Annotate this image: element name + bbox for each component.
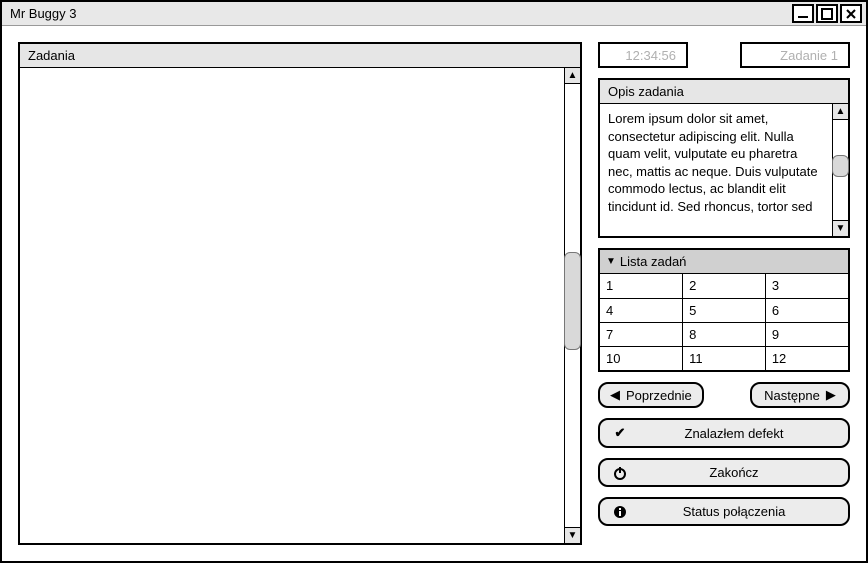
description-panel: Opis zadania Lorem ipsum dolor sit amet,… bbox=[598, 78, 850, 238]
arrow-left-icon: ◀ bbox=[610, 387, 620, 403]
desc-scroll-down-button[interactable]: ▼ bbox=[833, 220, 848, 236]
task-cell[interactable]: 1 bbox=[600, 274, 683, 298]
tasks-panel: Zadania ▲ ▼ bbox=[18, 42, 582, 545]
description-text: Lorem ipsum dolor sit amet, consectetur … bbox=[608, 110, 824, 215]
window-title: Mr Buggy 3 bbox=[10, 6, 790, 21]
description-scrollbar[interactable]: ▲ ▼ bbox=[832, 104, 848, 236]
current-task-display: Zadanie 1 bbox=[740, 42, 850, 68]
found-defect-button[interactable]: ✔ Znalazłem defekt bbox=[598, 418, 850, 448]
task-list-title: Lista zadań bbox=[620, 254, 687, 269]
left-column: Zadania ▲ ▼ bbox=[18, 42, 582, 545]
close-icon bbox=[845, 8, 857, 20]
task-cell[interactable]: 3 bbox=[765, 274, 848, 298]
desc-scroll-up-button[interactable]: ▲ bbox=[833, 104, 848, 120]
arrow-right-icon: ▶ bbox=[826, 387, 836, 403]
finish-label: Zakończ bbox=[630, 465, 838, 480]
check-icon: ✔ bbox=[610, 425, 630, 441]
maximize-button[interactable] bbox=[816, 4, 838, 23]
tasks-panel-content bbox=[20, 68, 564, 543]
task-list-header[interactable]: ▼ Lista zadań bbox=[600, 250, 848, 274]
content-area: Zadania ▲ ▼ 12:34:56 Zadanie 1 bbox=[2, 26, 866, 561]
found-defect-label: Znalazłem defekt bbox=[630, 426, 838, 441]
task-list-panel: ▼ Lista zadań 1 2 3 4 5 6 7 bbox=[598, 248, 850, 372]
tasks-panel-body: ▲ ▼ bbox=[20, 68, 580, 543]
connection-status-button[interactable]: Status połączenia bbox=[598, 497, 850, 526]
table-row: 10 11 12 bbox=[600, 346, 848, 370]
task-cell[interactable]: 4 bbox=[600, 298, 683, 322]
next-button[interactable]: Następne ▶ bbox=[750, 382, 850, 408]
desc-scroll-track[interactable] bbox=[833, 120, 848, 220]
next-label: Następne bbox=[764, 388, 820, 403]
titlebar: Mr Buggy 3 bbox=[2, 2, 866, 26]
task-cell[interactable]: 5 bbox=[683, 298, 766, 322]
finish-button[interactable]: Zakończ bbox=[598, 458, 850, 487]
connection-status-label: Status połączenia bbox=[630, 504, 838, 519]
table-row: 1 2 3 bbox=[600, 274, 848, 298]
info-icon bbox=[610, 505, 630, 519]
task-cell[interactable]: 11 bbox=[683, 346, 766, 370]
task-cell[interactable]: 7 bbox=[600, 322, 683, 346]
description-content: Lorem ipsum dolor sit amet, consectetur … bbox=[600, 104, 832, 236]
table-row: 7 8 9 bbox=[600, 322, 848, 346]
task-list-table: 1 2 3 4 5 6 7 8 9 10 bbox=[600, 274, 848, 370]
description-body: Lorem ipsum dolor sit amet, consectetur … bbox=[600, 104, 848, 236]
close-button[interactable] bbox=[840, 4, 862, 23]
previous-button[interactable]: ◀ Poprzednie bbox=[598, 382, 704, 408]
task-cell[interactable]: 12 bbox=[765, 346, 848, 370]
timer-display: 12:34:56 bbox=[598, 42, 688, 68]
task-cell[interactable]: 6 bbox=[765, 298, 848, 322]
power-icon bbox=[610, 466, 630, 480]
tasks-panel-header: Zadania bbox=[20, 44, 580, 68]
previous-label: Poprzednie bbox=[626, 388, 692, 403]
task-cell[interactable]: 9 bbox=[765, 322, 848, 346]
task-cell[interactable]: 8 bbox=[683, 322, 766, 346]
scroll-down-button[interactable]: ▼ bbox=[565, 527, 580, 543]
scroll-up-button[interactable]: ▲ bbox=[565, 68, 580, 84]
desc-scroll-thumb[interactable] bbox=[832, 155, 849, 177]
right-column: 12:34:56 Zadanie 1 Opis zadania Lorem ip… bbox=[598, 42, 850, 545]
minimize-icon bbox=[797, 8, 809, 20]
app-window: Mr Buggy 3 Zadania ▲ bbox=[0, 0, 868, 563]
task-cell[interactable]: 10 bbox=[600, 346, 683, 370]
chevron-down-icon: ▼ bbox=[606, 256, 616, 267]
table-row: 4 5 6 bbox=[600, 298, 848, 322]
description-header: Opis zadania bbox=[600, 80, 848, 104]
tasks-scrollbar[interactable]: ▲ ▼ bbox=[564, 68, 580, 543]
minimize-button[interactable] bbox=[792, 4, 814, 23]
maximize-icon bbox=[821, 8, 833, 20]
task-cell[interactable]: 2 bbox=[683, 274, 766, 298]
scroll-thumb[interactable] bbox=[564, 252, 581, 349]
top-info-row: 12:34:56 Zadanie 1 bbox=[598, 42, 850, 68]
nav-buttons-row: ◀ Poprzednie Następne ▶ bbox=[598, 382, 850, 408]
scroll-track[interactable] bbox=[565, 84, 580, 527]
